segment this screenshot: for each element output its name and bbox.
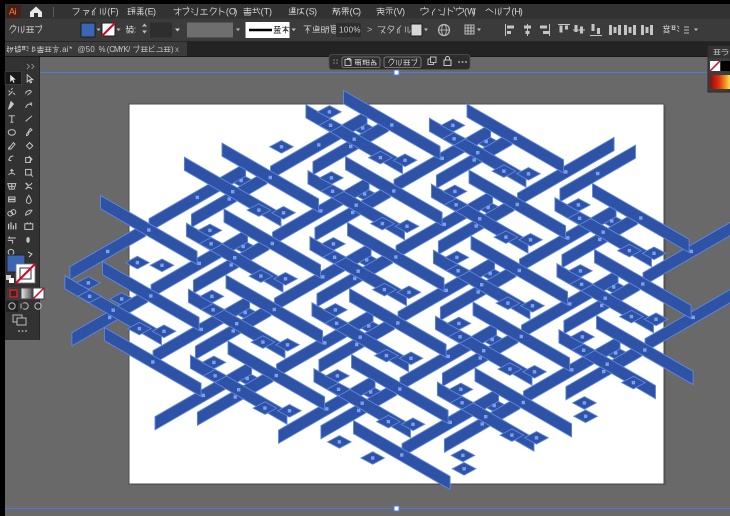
svg-text:): )	[171, 45, 174, 54]
svg-text:): )	[520, 6, 523, 16]
svg-text:): )	[314, 6, 317, 16]
svg-text:): )	[116, 6, 119, 16]
svg-text:%: %	[99, 45, 106, 54]
svg-text:): )	[473, 6, 476, 16]
svg-text:%: %	[353, 26, 360, 35]
svg-text:): )	[269, 6, 272, 16]
svg-text:*: *	[69, 45, 72, 54]
svg-text:i: i	[14, 6, 16, 16]
svg-text:): )	[234, 6, 237, 16]
svg-text:): )	[402, 6, 405, 16]
svg-text:@: @	[78, 45, 86, 54]
svg-text:): )	[153, 6, 156, 16]
svg-text:>: >	[367, 24, 372, 34]
svg-text:): )	[358, 6, 361, 16]
svg-text:0: 0	[90, 45, 95, 54]
svg-text:x: x	[175, 45, 179, 54]
svg-text::: :	[134, 24, 137, 34]
